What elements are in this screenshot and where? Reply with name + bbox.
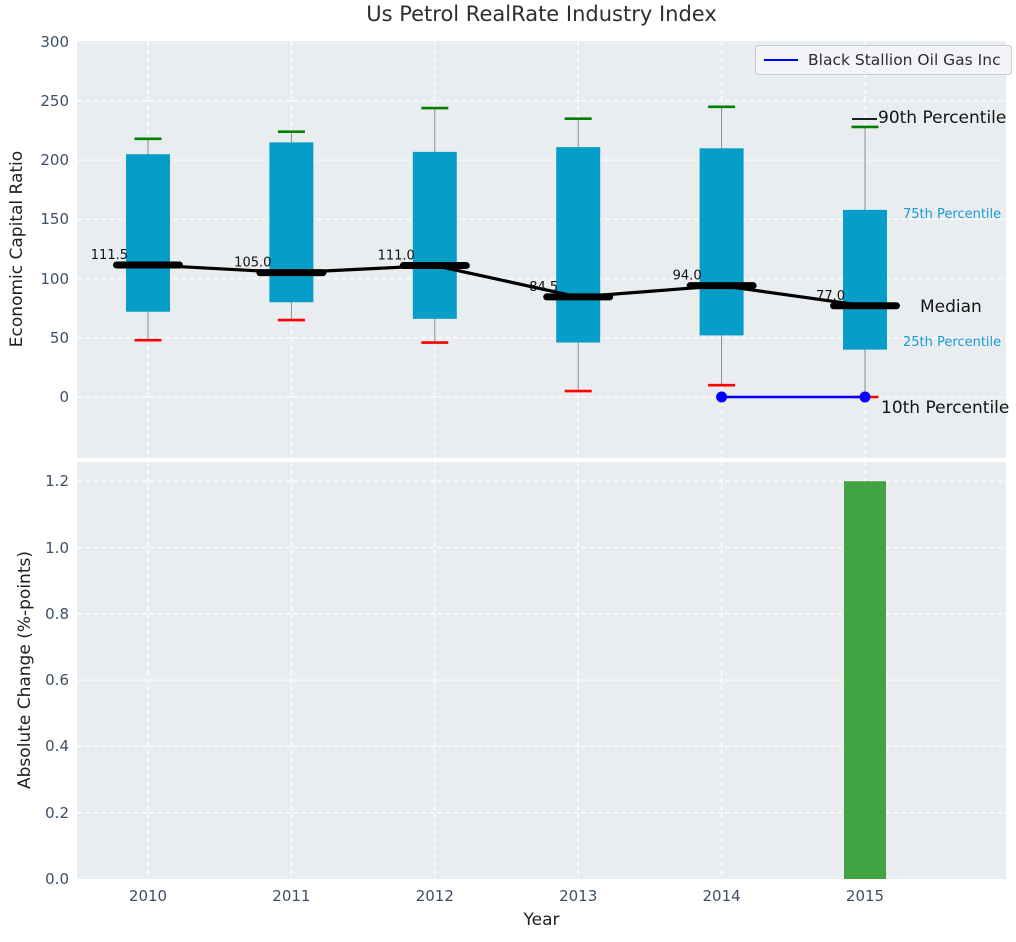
boxplot-canvas: 111.5 105.0 111.0 84.5 94.0 77.0 (77, 41, 1006, 458)
iqr-box (269, 142, 313, 302)
annotation-90th-percentile: 90th Percentile (878, 108, 1006, 128)
annotation-10th-percentile: 10th Percentile (881, 398, 1009, 418)
legend-label: Black Stallion Oil Gas Inc (808, 51, 1001, 69)
bottom-y-tick: 0.6 (23, 671, 69, 689)
median-value-label: 105.0 (234, 256, 271, 271)
bottom-y-tick: 1.0 (23, 539, 69, 557)
bottom-y-tick: 0.2 (23, 804, 69, 822)
x-axis-label: Year (77, 910, 1006, 930)
bottom-y-tick: 0.8 (23, 605, 69, 623)
annotation-25th-percentile: 25th Percentile (903, 335, 1001, 350)
company-point (860, 392, 871, 403)
legend[interactable]: Black Stallion Oil Gas Inc (755, 45, 1012, 75)
bottom-y-tick: 0.0 (23, 870, 69, 888)
median-value-label: 94.0 (673, 269, 702, 284)
bottom-y-tick: 0.4 (23, 737, 69, 755)
x-tick-year: 2015 (830, 887, 900, 905)
iqr-box (556, 147, 600, 342)
top-y-tick: 300 (23, 33, 69, 51)
median-value-label: 84.5 (529, 280, 558, 295)
x-tick-year: 2013 (543, 887, 613, 905)
top-plot-area: 111.5 105.0 111.0 84.5 94.0 77.0 (77, 41, 1006, 458)
top-y-tick: 150 (23, 210, 69, 228)
x-tick-year: 2014 (687, 887, 757, 905)
median-value-label: 77.0 (816, 289, 845, 304)
figure: Us Petrol RealRate Industry Index Econom… (0, 0, 1016, 942)
company-point (716, 392, 727, 403)
x-tick-year: 2011 (256, 887, 326, 905)
bottom-y-tick: 1.2 (23, 472, 69, 490)
median-value-label: 111.5 (91, 248, 128, 263)
top-y-tick: 250 (23, 92, 69, 110)
iqr-box (126, 154, 170, 312)
top-y-tick: 100 (23, 270, 69, 288)
chart-title: Us Petrol RealRate Industry Index (77, 2, 1006, 26)
change-bar (844, 481, 886, 879)
annotation-median: Median (920, 297, 982, 317)
median-line (148, 265, 865, 306)
legend-line-swatch (764, 59, 798, 61)
iqr-box (700, 148, 744, 335)
x-tick-year: 2012 (400, 887, 470, 905)
top-y-tick: 0 (23, 388, 69, 406)
x-tick-year: 2010 (113, 887, 183, 905)
top-y-tick: 200 (23, 151, 69, 169)
iqr-box (843, 210, 887, 350)
median-value-label: 111.0 (378, 249, 415, 264)
iqr-box (413, 152, 457, 319)
annotation-75th-percentile: 75th Percentile (903, 207, 1001, 222)
bottom-plot-area (77, 462, 1006, 879)
top-y-tick: 50 (23, 329, 69, 347)
bar-canvas (77, 462, 1006, 879)
